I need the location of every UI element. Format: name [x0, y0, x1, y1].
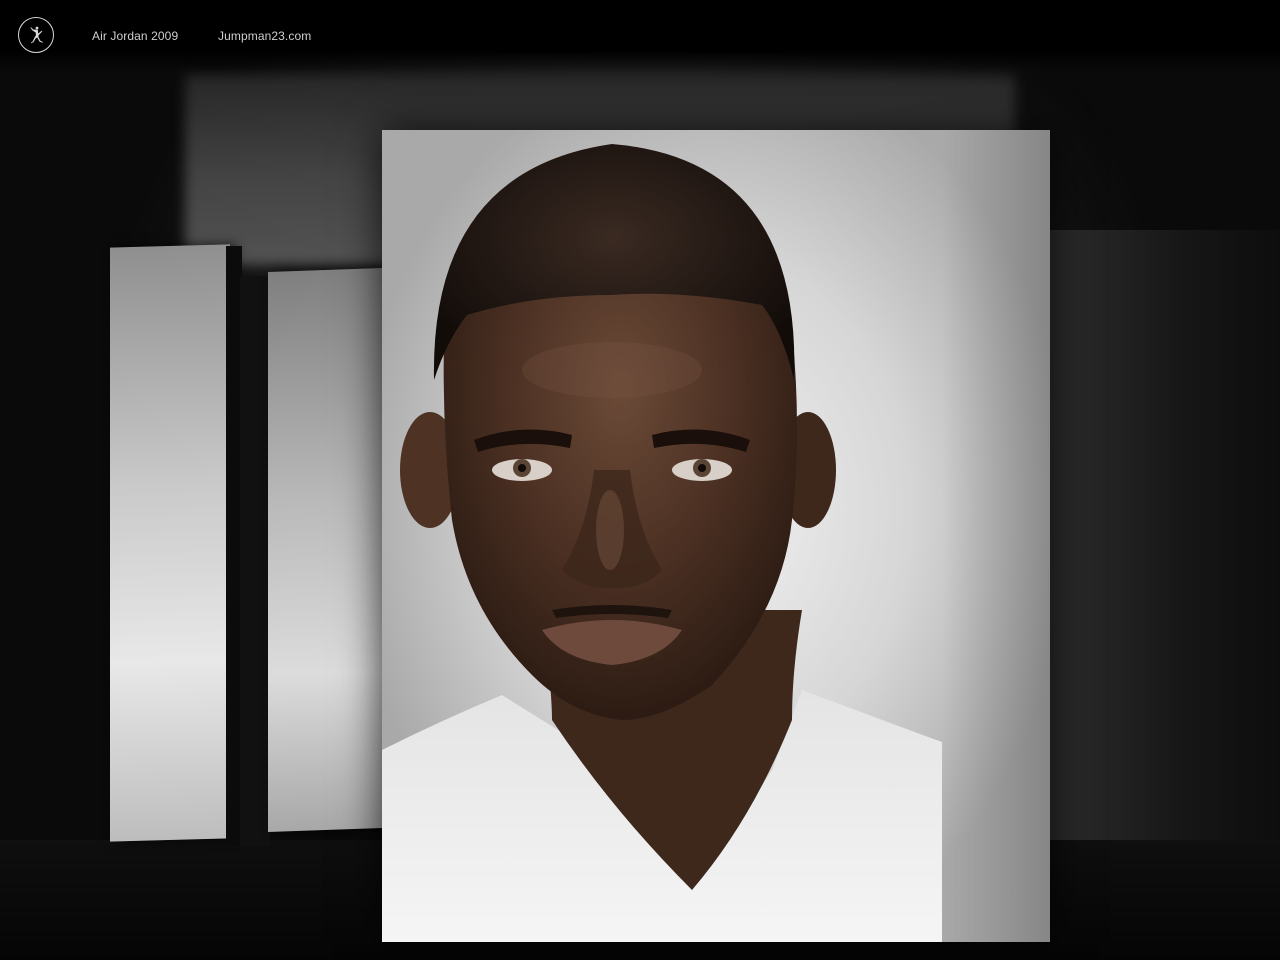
jumpman-logo-button[interactable]	[18, 17, 54, 53]
right-wall	[1045, 230, 1280, 850]
top-nav: Air Jordan 2009 Jumpman23.com	[0, 0, 1280, 72]
main-photo-card[interactable]	[382, 130, 1050, 942]
jumpman-icon	[30, 26, 43, 44]
photo-edge-shadow	[942, 130, 1050, 942]
nav-link-jumpman23[interactable]: Jumpman23.com	[218, 29, 311, 43]
gallery-stage: Air Jordan 2009 Jumpman23.com	[0, 0, 1280, 960]
side-panel-mid[interactable]	[268, 267, 384, 833]
nav-link-air-jordan-2009[interactable]: Air Jordan 2009	[92, 29, 178, 43]
side-panel-far[interactable]	[110, 244, 230, 842]
side-panel-mid-edge	[240, 276, 270, 846]
